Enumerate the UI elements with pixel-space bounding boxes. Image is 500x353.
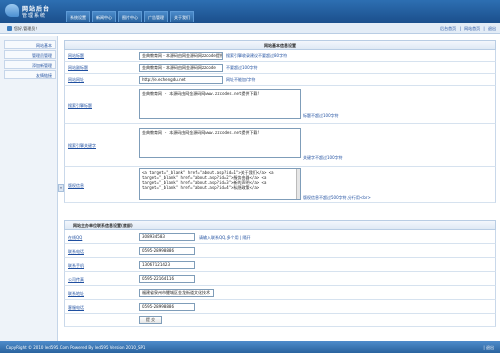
link-admin-home[interactable]: 后台首页 <box>440 26 456 31</box>
footer: CopyRight © 2010 led595.Com Powered By l… <box>0 341 500 353</box>
address-label[interactable]: 联系地址 <box>68 291 84 297</box>
sidebar-item-add-admin[interactable]: 添加新管理 <box>4 60 56 69</box>
site-title-hint: 搜索引擎收录建议不要超过80字符 <box>226 53 288 58</box>
mobile-label[interactable]: 联系手机 <box>68 263 84 269</box>
seo-title-hint: 标题不超过100字符 <box>303 113 339 118</box>
mobile-input[interactable]: 13067121423 <box>139 261 195 269</box>
user-greeting-text: 您好,管理员！ <box>14 26 40 31</box>
form-row: 联系地址 福建省泉州市鲤城区金龙街道文化技术 <box>64 286 496 300</box>
sidebar-item-admin-management[interactable]: 管理员管理 <box>4 50 56 59</box>
site-url-input[interactable]: http://e.echengdu.net <box>139 76 223 84</box>
nav-news-center[interactable]: 新闻中心 <box>92 11 116 22</box>
submit-button[interactable]: 提 交 <box>139 316 162 324</box>
textarea-scrollbar[interactable] <box>296 169 300 199</box>
basic-settings-form: 网站基本信息设置 网站标题 金典教育网 - 本源码由网金源码网zzcode提供下… <box>64 40 496 203</box>
qq-hint: 请输入联系QQ,多个用 | 隔开 <box>199 235 251 240</box>
form-row: 搜索引擎关键字 金典教育网 - 本源码由网金源码网www.zzcodes.net… <box>64 124 496 167</box>
copyright-textarea[interactable]: <a target="_blank" href="about.asp?id=1"… <box>139 168 301 200</box>
site-subtitle-input[interactable]: 金典教育网 - 本源码由网金源码网zzcode <box>139 64 223 72</box>
form-row: 版权信息 <a target="_blank" href="about.asp?… <box>64 167 496 203</box>
site-title-label[interactable]: 网站标题 <box>68 53 84 59</box>
service-phone-label[interactable]: 客服电话 <box>68 305 84 311</box>
site-subtitle-label[interactable]: 网站副标题 <box>68 65 88 71</box>
sidebar-item-site-basic[interactable]: 网站基本 <box>4 40 56 49</box>
header: 网站后台 管理系统 系统设置 新闻中心 图片中心 广告管理 关于我们 <box>0 0 500 23</box>
nav-image-center[interactable]: 图片中心 <box>118 11 142 22</box>
service-phone-input[interactable]: 0595-28998886 <box>139 303 195 311</box>
link-separator: | <box>483 26 485 31</box>
phone-label[interactable]: 联系电话 <box>68 249 84 255</box>
main-nav: 系统设置 新闻中心 图片中心 广告管理 关于我们 <box>66 11 196 22</box>
form-row: 客服电话 0595-28998886 <box>64 300 496 314</box>
nav-system-settings[interactable]: 系统设置 <box>66 11 90 22</box>
form-row: 公司传真 0595-22164116 <box>64 272 496 286</box>
link-site-home[interactable]: 网站首页 <box>464 26 480 31</box>
site-subtitle-hint: 不要超过100字符 <box>226 65 258 70</box>
nav-ad-management[interactable]: 广告管理 <box>144 11 168 22</box>
fax-label[interactable]: 公司传真 <box>68 277 84 283</box>
qq-label[interactable]: 在线QQ <box>68 235 82 241</box>
fax-input[interactable]: 0595-22164116 <box>139 275 195 283</box>
top-links: 后台首页 | 网站首页 | 退出 <box>438 26 496 32</box>
site-url-hint: 网址不能加/字符 <box>226 77 256 82</box>
user-greeting: 您好,管理员！ <box>7 26 40 32</box>
copyright-text: CopyRight © 2010 led595.Com Powered By l… <box>6 345 146 350</box>
sidebar-item-friend-links[interactable]: 友情链接 <box>4 70 56 79</box>
contact-settings-form: 网站主办单位联系信息设置(底部) 在线QQ 308934583 请输入联系QQ,… <box>64 220 496 327</box>
top-bar: 您好,管理员！ 后台首页 | 网站首页 | 退出 <box>0 23 500 34</box>
form-row: 提 交 <box>64 314 496 327</box>
logo-icon <box>5 4 19 17</box>
nav-about-us[interactable]: 关于我们 <box>170 11 194 22</box>
site-title-input[interactable]: 金典教育网 - 本源码由网金源码网zzcode提供下载 <box>139 52 223 60</box>
seo-keywords-textarea[interactable]: 金典教育网 - 本源码由网金源码网www.zzcodes.net提供下载! <box>139 128 301 158</box>
logo-subtitle: 管理系统 <box>22 13 47 19</box>
seo-title-textarea[interactable]: 金典教育网 - 本源码由网金源码网www.zzcodes.net提供下载! <box>139 89 301 119</box>
footer-logout-link[interactable]: | 退出 <box>483 345 494 351</box>
copyright-label[interactable]: 版权信息 <box>68 183 84 189</box>
form-row: 搜索引擎标题 金典教育网 - 本源码由网金源码网www.zzcodes.net提… <box>64 86 496 124</box>
logo: 网站后台 管理系统 <box>5 2 60 20</box>
phone-input[interactable]: 0595-28998886 <box>139 247 195 255</box>
link-separator: | <box>459 26 461 31</box>
form-row: 网站副标题 金典教育网 - 本源码由网金源码网zzcode 不要超过100字符 <box>64 62 496 74</box>
site-url-label[interactable]: 网站网址 <box>68 77 84 83</box>
user-icon <box>7 26 12 31</box>
section-title: 网站基本信息设置 <box>64 40 496 50</box>
copyright-hint: 版权信息不超过500字符,分行用<br> <box>303 195 371 200</box>
form-row: 联系手机 13067121423 <box>64 258 496 272</box>
sidebar: 网站基本 管理员管理 添加新管理 友情链接 <box>0 36 58 341</box>
seo-keywords-label[interactable]: 搜索引擎关键字 <box>68 143 96 149</box>
section-title: 网站主办单位联系信息设置(底部) <box>64 220 496 230</box>
link-logout[interactable]: 退出 <box>488 26 496 31</box>
form-row: 网站网址 http://e.echengdu.net 网址不能加/字符 <box>64 74 496 86</box>
seo-title-label[interactable]: 搜索引擎标题 <box>68 103 92 109</box>
seo-keywords-hint: 关键字不超过100字符 <box>303 155 343 160</box>
qq-input[interactable]: 308934583 <box>139 233 195 241</box>
form-row: 联系电话 0595-28998886 <box>64 244 496 258</box>
copyright-textarea-text: <a target="_blank" href="about.asp?id=1"… <box>142 170 274 190</box>
form-row: 网站标题 金典教育网 - 本源码由网金源码网zzcode提供下载 搜索引擎收录建… <box>64 50 496 62</box>
address-input[interactable]: 福建省泉州市鲤城区金龙街道文化技术 <box>139 289 214 297</box>
form-row: 在线QQ 308934583 请输入联系QQ,多个用 | 隔开 <box>64 230 496 244</box>
